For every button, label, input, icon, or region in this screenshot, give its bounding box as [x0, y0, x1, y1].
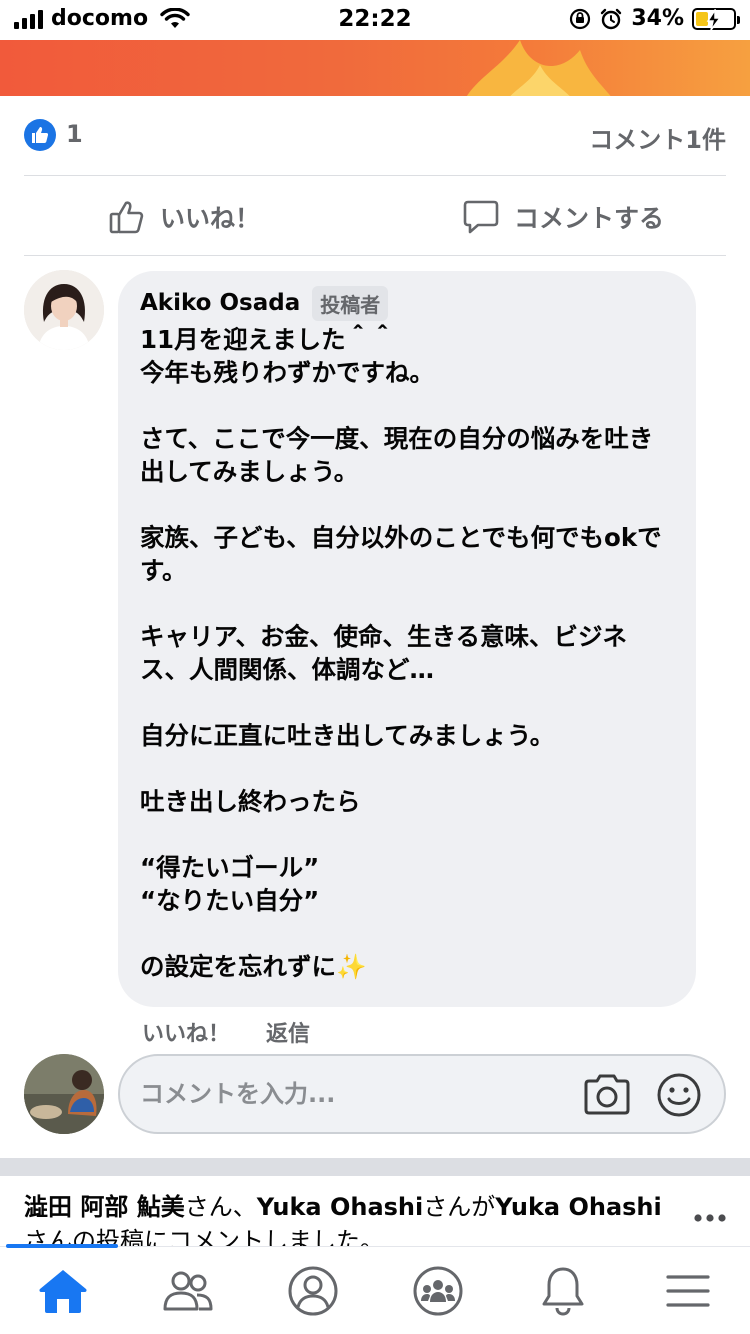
comment-actions: いいね！ 返信	[142, 1016, 310, 1048]
comment-paragraph: 吐き出し終わったら	[140, 787, 361, 816]
comment-author-row: Akiko Osada 投稿者	[140, 285, 674, 321]
groups-icon	[413, 1266, 462, 1316]
tab-profile[interactable]	[250, 1247, 375, 1334]
active-tab-indicator	[6, 1244, 118, 1248]
notification-text: さんが	[423, 1193, 496, 1221]
battery-icon	[692, 7, 740, 30]
like-count[interactable]: 1	[66, 120, 83, 148]
like-reaction-icon[interactable]	[24, 119, 56, 151]
notification-name[interactable]: Yuka Ohashi	[495, 1193, 662, 1221]
comment-bubble[interactable]: Akiko Osada 投稿者 11月を迎えました＾＾ 今年も残りわずかですね。…	[118, 271, 696, 1007]
section-separator	[0, 1158, 750, 1176]
comment-like-link[interactable]: いいね！	[142, 1016, 230, 1048]
battery-percent: 34%	[631, 6, 684, 31]
emoji-icon[interactable]	[656, 1072, 702, 1118]
tab-notifications[interactable]	[500, 1247, 625, 1334]
comment-paragraph: キャリア、お金、使命、生きる意味、ビジネス、人間関係、体調など…	[140, 622, 628, 684]
comment-author-name[interactable]: Akiko Osada	[140, 290, 300, 316]
current-user-avatar[interactable]	[24, 1054, 104, 1134]
camera-icon[interactable]	[582, 1072, 632, 1116]
tab-groups[interactable]	[375, 1247, 500, 1334]
orientation-lock-icon	[570, 8, 591, 29]
thumbs-up-icon	[109, 201, 144, 234]
post-actions: いいね！ コメントする	[24, 176, 726, 256]
home-icon	[38, 1270, 87, 1313]
comment-button[interactable]: コメントする	[462, 198, 664, 236]
author-badge: 投稿者	[312, 285, 389, 321]
menu-icon	[665, 1275, 710, 1307]
bottom-tab-bar	[0, 1244, 750, 1334]
flame-decoration	[466, 40, 611, 96]
speech-bubble-icon	[463, 200, 499, 234]
alarm-icon	[601, 8, 622, 29]
comment-text: 11月を迎えました＾＾ 今年も残りわずかですね。 さて、ここで今一度、現在の自分…	[140, 323, 674, 983]
comment-paragraph: 家族、子ども、自分以外のことでも何でもokです。	[140, 523, 662, 585]
more-options-icon[interactable]	[692, 1212, 728, 1224]
comment-input[interactable]	[140, 1074, 560, 1114]
activity-notification[interactable]: 澁田 阿部 鮎美さん、Yuka OhashiさんがYuka Ohashiさんの投…	[24, 1190, 664, 1246]
status-right: 34%	[569, 6, 740, 31]
like-button-label: いいね！	[160, 204, 261, 233]
comment-count[interactable]: コメント1件	[589, 120, 726, 155]
reaction-summary: 1 コメント1件	[24, 96, 726, 176]
comment-paragraph: さて、ここで今一度、現在の自分の悩みを吐き出してみましょう。	[140, 424, 654, 486]
comment-paragraph: 自分に正直に吐き出してみましょう。	[140, 721, 555, 750]
comment-composer[interactable]	[118, 1054, 726, 1134]
comment-button-label: コメントする	[513, 204, 664, 233]
profile-icon	[288, 1266, 337, 1316]
comment-paragraph: の設定を忘れずに✨	[140, 952, 367, 981]
friends-icon	[163, 1271, 212, 1311]
cover-banner	[0, 40, 750, 96]
author-avatar[interactable]	[24, 270, 104, 350]
notifications-icon	[542, 1267, 583, 1316]
tab-home[interactable]	[0, 1244, 125, 1334]
status-bar: docomo 22:22 34%	[0, 0, 750, 40]
comment-reply-link[interactable]: 返信	[266, 1016, 310, 1048]
comment-paragraph: 11月を迎えました＾＾ 今年も残りわずかですね。	[140, 325, 434, 387]
tab-friends[interactable]	[125, 1247, 250, 1334]
charging-bolt-icon	[706, 8, 722, 30]
notification-name[interactable]: Yuka Ohashi	[257, 1193, 424, 1221]
tab-menu[interactable]	[625, 1247, 750, 1334]
like-button[interactable]: いいね！	[108, 198, 260, 236]
comment-paragraph: “得たいゴール” “なりたい自分”	[140, 853, 320, 915]
notification-name[interactable]: 澁田 阿部 鮎美	[24, 1193, 185, 1221]
notification-text: さん、	[184, 1193, 257, 1221]
